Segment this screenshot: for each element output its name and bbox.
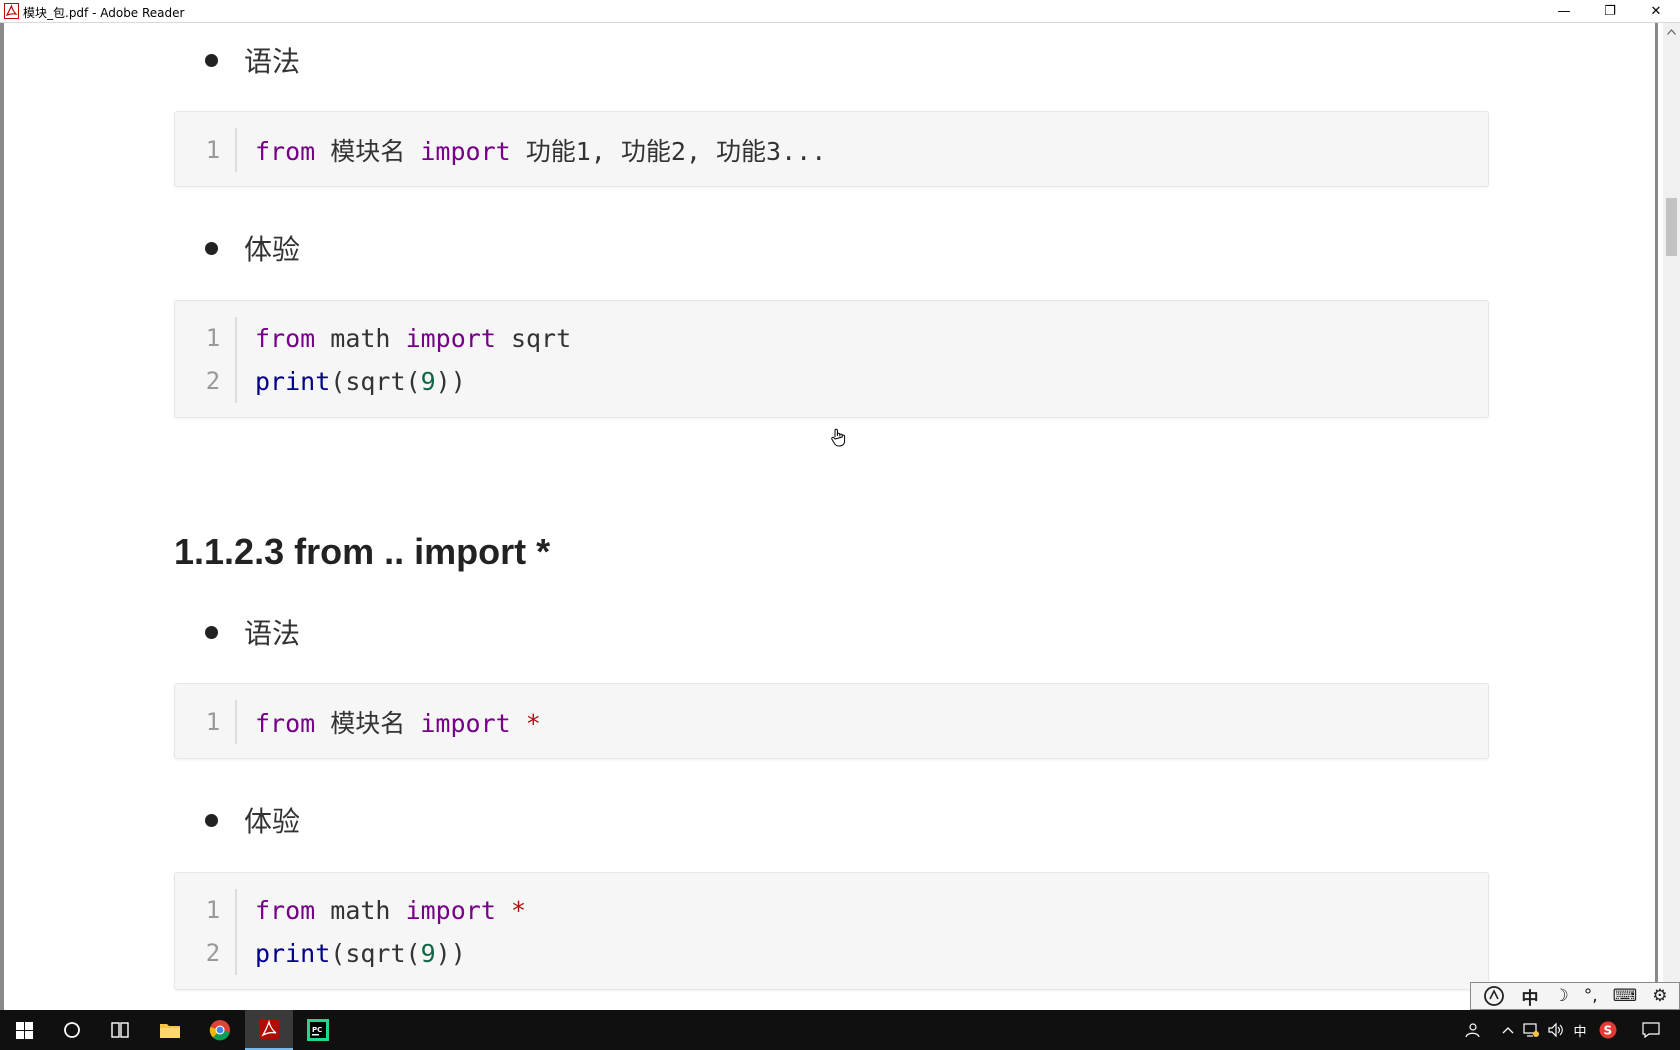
- windows-icon: [15, 1021, 33, 1039]
- taskbar-chrome[interactable]: [196, 1010, 244, 1050]
- bullet-item: 语法: [205, 612, 300, 652]
- bullet-dot: [205, 813, 218, 827]
- taskbar-pycharm[interactable]: PC: [294, 1010, 342, 1050]
- minimize-button[interactable]: —: [1541, 0, 1587, 22]
- code-block: 1 from 模块名 import *: [174, 683, 1489, 759]
- scroll-thumb[interactable]: [1666, 198, 1677, 256]
- moon-icon[interactable]: ☽: [1554, 986, 1569, 1006]
- code-text: from 模块名 import *: [255, 709, 541, 738]
- code-text: print(sqrt(9)): [255, 366, 466, 396]
- people-tray-button[interactable]: [1460, 1010, 1484, 1050]
- close-icon: ✕: [1650, 3, 1662, 19]
- pycharm-icon: PC: [307, 1019, 329, 1041]
- folder-icon: [160, 1024, 180, 1038]
- adobe-reader-taskbar-icon: [259, 1019, 279, 1039]
- taskbar-adobe-reader[interactable]: [245, 1010, 293, 1050]
- code-text: from math import *: [255, 895, 526, 925]
- section-heading: 1.1.2.3 from .. import *: [174, 531, 551, 572]
- bullet-dot: [205, 53, 218, 67]
- bullet-label: 体验: [244, 233, 301, 266]
- code-gutter: [235, 128, 237, 172]
- start-button[interactable]: [0, 1010, 48, 1050]
- bullet-item: 语法: [205, 40, 300, 80]
- code-text: print(sqrt(9)): [255, 938, 466, 968]
- page-edge-left: [0, 23, 4, 1010]
- ime-toolbar: 中 ☽ °, ⌨ ⚙: [1470, 982, 1680, 1010]
- people-icon: [1465, 1023, 1480, 1038]
- task-view-button[interactable]: [96, 1010, 144, 1050]
- search-button[interactable]: [48, 1010, 96, 1050]
- network-tray-button[interactable]: [1520, 1010, 1542, 1050]
- taskbar: PC 中 S: [0, 1010, 1680, 1050]
- restore-button[interactable]: ❐: [1587, 0, 1633, 22]
- close-button[interactable]: ✕: [1633, 0, 1679, 22]
- svg-text:PC: PC: [312, 1026, 322, 1034]
- scroll-up-button[interactable]: [1663, 23, 1680, 40]
- window-title: 模块_包.pdf - Adobe Reader: [23, 6, 185, 20]
- ime-logo-icon[interactable]: [1483, 985, 1507, 1007]
- code-text: from math import sqrt: [255, 323, 572, 353]
- svg-text:S: S: [1604, 1024, 1613, 1038]
- punctuation-icon[interactable]: °,: [1584, 986, 1598, 1006]
- code-block: 1 from 模块名 import 功能1, 功能2, 功能3...: [174, 111, 1489, 187]
- restore-icon: ❐: [1604, 3, 1616, 19]
- chevron-up-icon: [1667, 28, 1676, 35]
- ime-mode-toggle[interactable]: 中: [1522, 984, 1539, 1009]
- bullet-dot: [205, 625, 218, 639]
- taskbar-file-explorer[interactable]: [146, 1010, 194, 1050]
- notification-icon: [1642, 1022, 1660, 1038]
- chrome-icon: [209, 1020, 230, 1041]
- volume-icon: [1548, 1022, 1563, 1038]
- sogou-icon: S: [1599, 1021, 1617, 1039]
- line-number: 1: [205, 136, 221, 164]
- keyboard-icon[interactable]: ⌨: [1613, 986, 1638, 1006]
- chevron-up-icon: [1502, 1027, 1514, 1034]
- bullet-label: 体验: [244, 805, 301, 838]
- code-text: from 模块名 import 功能1, 功能2, 功能3...: [255, 137, 827, 166]
- line-number: 2: [205, 939, 221, 967]
- bullet-item: 体验: [205, 228, 300, 268]
- document-viewport[interactable]: 语法 1 from 模块名 import 功能1, 功能2, 功能3... 体验…: [0, 23, 1663, 1010]
- minimize-icon: —: [1557, 3, 1571, 19]
- input-language-button[interactable]: 中: [1569, 1010, 1591, 1050]
- code-gutter: [235, 889, 237, 975]
- settings-icon[interactable]: ⚙: [1652, 986, 1667, 1006]
- adobe-reader-icon: [4, 3, 19, 19]
- bullet-label: 语法: [244, 45, 301, 78]
- sogou-tray-button[interactable]: S: [1596, 1010, 1620, 1050]
- volume-tray-button[interactable]: [1545, 1010, 1567, 1050]
- search-circle-icon: [64, 1022, 80, 1038]
- bullet-dot: [205, 241, 218, 255]
- code-block: 1 from math import * 2 print(sqrt(9)): [174, 872, 1489, 990]
- action-center-button[interactable]: [1636, 1010, 1666, 1050]
- title-bar: 模块_包.pdf - Adobe Reader — ❐ ✕: [0, 0, 1680, 23]
- hand-cursor-icon: [831, 428, 846, 447]
- task-view-icon: [111, 1022, 129, 1038]
- line-number: 1: [205, 896, 221, 924]
- tray-overflow-button[interactable]: [1498, 1010, 1518, 1050]
- code-gutter: [235, 700, 237, 744]
- line-number: 1: [205, 708, 221, 736]
- code-gutter: [235, 317, 237, 403]
- bullet-item: 体验: [205, 800, 300, 840]
- page-edge-right: [1655, 23, 1658, 1010]
- line-number: 2: [205, 367, 221, 395]
- code-block: 1 from math import sqrt 2 print(sqrt(9)): [174, 300, 1489, 418]
- line-number: 1: [205, 324, 221, 352]
- vertical-scrollbar[interactable]: [1663, 23, 1680, 1010]
- bullet-label: 语法: [244, 617, 301, 650]
- network-icon: [1523, 1023, 1539, 1037]
